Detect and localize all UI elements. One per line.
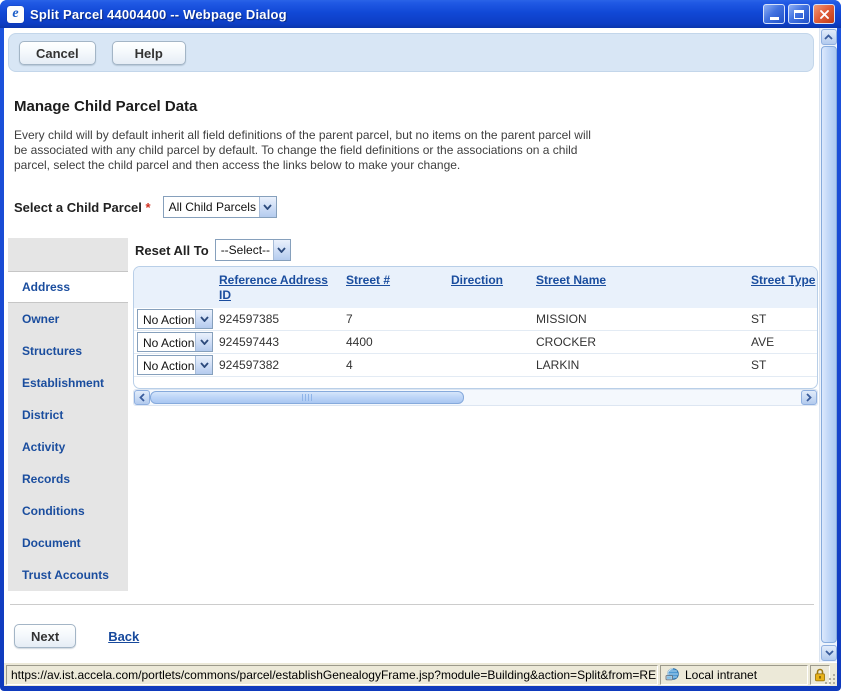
window-title: Split Parcel 44004400 -- Webpage Dialog: [30, 7, 763, 22]
child-parcel-select[interactable]: All Child Parcels: [163, 196, 277, 218]
child-parcel-select-row: Select a Child Parcel * All Child Parcel…: [14, 196, 277, 218]
sidebar-item-structures[interactable]: Structures: [8, 335, 128, 367]
maximize-button[interactable]: [788, 4, 810, 24]
sidebar-item-records[interactable]: Records: [8, 463, 128, 495]
row-action-select[interactable]: No Action: [137, 332, 213, 352]
scroll-down-icon: [825, 650, 834, 656]
reset-all-select[interactable]: --Select--: [215, 239, 291, 261]
title-bar: e Split Parcel 44004400 -- Webpage Dialo…: [0, 0, 841, 28]
cell-street-type: AVE: [751, 335, 817, 349]
back-link[interactable]: Back: [108, 629, 139, 644]
chevron-down-icon: [195, 356, 212, 374]
globe-intranet-icon: [665, 668, 680, 682]
row-action-select[interactable]: No Action: [137, 355, 213, 375]
column-direction[interactable]: Direction: [451, 273, 536, 308]
sidebar-item-establishment[interactable]: Establishment: [8, 367, 128, 399]
cell-reference-address-id: 924597443: [219, 335, 346, 349]
vertical-scrollbar-thumb[interactable]: [821, 46, 837, 643]
scroll-right-button[interactable]: [801, 390, 817, 405]
scroll-up-button[interactable]: [821, 29, 837, 45]
horizontal-scrollbar-thumb[interactable]: [150, 391, 464, 404]
cell-street-name: CROCKER: [536, 335, 751, 349]
cell-reference-address-id: 924597382: [219, 358, 346, 372]
chevron-down-icon: [259, 197, 276, 217]
sidebar-item-address[interactable]: Address: [8, 271, 128, 303]
status-zone-panel: Local intranet: [660, 665, 808, 685]
cell-street-name: MISSION: [536, 312, 751, 326]
column-street-name[interactable]: Street Name: [536, 273, 751, 308]
select-child-parcel-label: Select a Child Parcel *: [14, 200, 151, 215]
cell-reference-address-id: 924597385: [219, 312, 346, 326]
cell-street-number: 7: [346, 312, 451, 326]
scroll-left-button[interactable]: [134, 390, 150, 405]
minimize-button[interactable]: [763, 4, 785, 24]
footer-actions: Next Back: [14, 624, 139, 648]
webpage-dialog-window: e Split Parcel 44004400 -- Webpage Dialo…: [0, 0, 841, 691]
minimize-icon: [770, 17, 779, 20]
table-header-row: Reference Address ID Street # Direction …: [134, 267, 817, 308]
close-icon: [819, 9, 830, 20]
column-street-type[interactable]: Street Type: [751, 273, 817, 308]
scroll-down-button[interactable]: [821, 645, 837, 661]
address-table: Reference Address ID Street # Direction …: [133, 266, 818, 389]
sidebar-item-owner[interactable]: Owner: [8, 303, 128, 335]
top-toolbar: Cancel Help: [8, 33, 814, 72]
page-title: Manage Child Parcel Data: [14, 98, 197, 115]
vertical-scrollbar[interactable]: [819, 28, 837, 662]
sidebar-item-document[interactable]: Document: [8, 527, 128, 559]
help-button[interactable]: Help: [112, 41, 186, 65]
cell-street-type: ST: [751, 358, 817, 372]
column-reference-address-id[interactable]: Reference Address ID: [219, 273, 335, 308]
column-street-number[interactable]: Street #: [346, 273, 451, 308]
scroll-right-icon: [806, 393, 812, 402]
cell-street-name: LARKIN: [536, 358, 751, 372]
reset-all-label: Reset All To: [135, 243, 209, 258]
scroll-up-icon: [824, 34, 833, 40]
scrollbar-grip: [302, 394, 312, 401]
page-description: Every child will by default inherit all …: [14, 128, 602, 173]
row-action-select[interactable]: No Action: [137, 309, 213, 329]
horizontal-scrollbar[interactable]: [133, 389, 818, 406]
table-row: No Action 924597385 7 MISSION ST: [134, 308, 817, 331]
sidebar-item-trust-accounts[interactable]: Trust Accounts: [8, 559, 128, 591]
chevron-down-icon: [195, 310, 212, 328]
cell-street-number: 4: [346, 358, 451, 372]
status-url: https://av.ist.accela.com/portlets/commo…: [6, 665, 658, 685]
status-zone-label: Local intranet: [685, 668, 757, 682]
reset-all-row: Reset All To --Select--: [135, 239, 291, 261]
cancel-button[interactable]: Cancel: [19, 41, 96, 65]
required-marker: *: [146, 200, 151, 215]
scroll-left-icon: [139, 393, 145, 402]
table-row: No Action 924597443 4400 CROCKER AVE: [134, 331, 817, 354]
cell-street-type: ST: [751, 312, 817, 326]
resize-grip: [824, 673, 836, 685]
table-row: No Action 924597382 4 LARKIN ST: [134, 354, 817, 377]
footer-divider: [10, 604, 814, 605]
maximize-icon: [794, 10, 804, 19]
dialog-client-area: Cancel Help Manage Child Parcel Data Eve…: [4, 28, 837, 686]
sidebar-item-activity[interactable]: Activity: [8, 431, 128, 463]
sidebar-item-district[interactable]: District: [8, 399, 128, 431]
cell-street-number: 4400: [346, 335, 451, 349]
close-button[interactable]: [813, 4, 835, 24]
chevron-down-icon: [195, 333, 212, 351]
ie-logo-icon: e: [7, 6, 24, 23]
sidebar: Address Owner Structures Establishment D…: [8, 238, 128, 591]
sidebar-item-conditions[interactable]: Conditions: [8, 495, 128, 527]
next-button[interactable]: Next: [14, 624, 76, 648]
status-bar: https://av.ist.accela.com/portlets/commo…: [4, 662, 837, 686]
chevron-down-icon: [273, 240, 290, 260]
